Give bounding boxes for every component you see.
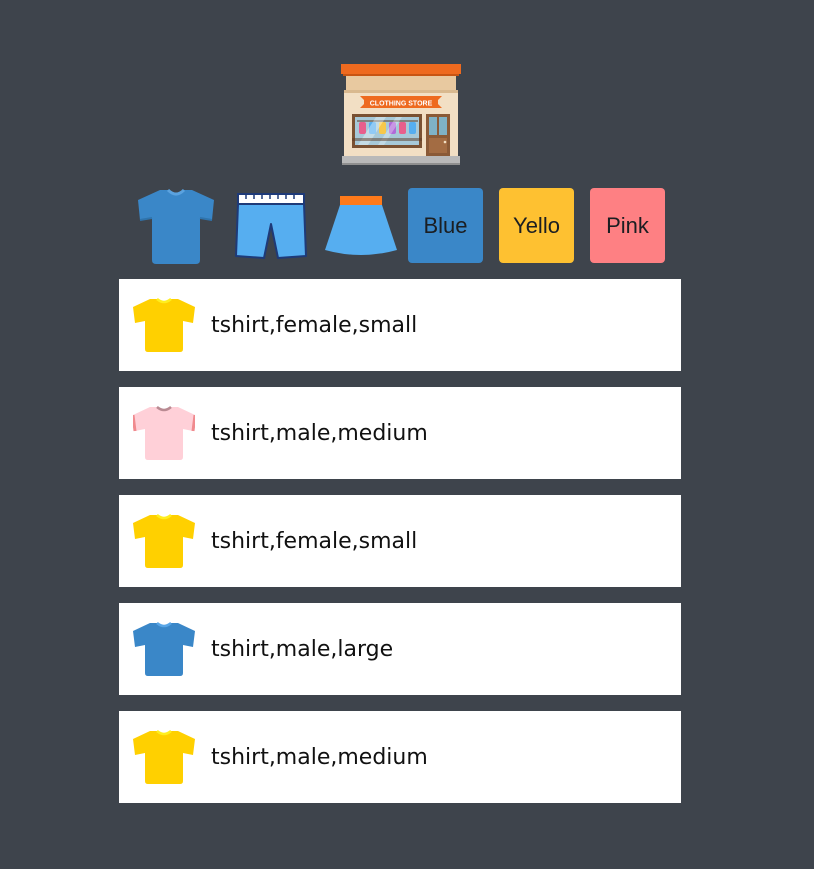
product-label: tshirt,female,small <box>211 312 418 338</box>
tshirt-icon <box>133 298 195 352</box>
filter-tshirt-button[interactable] <box>138 188 214 264</box>
product-item[interactable]: tshirt,male,medium <box>119 387 681 479</box>
filter-shorts-button[interactable] <box>234 188 308 264</box>
product-label: tshirt,male,large <box>211 636 394 662</box>
product-label: tshirt,male,medium <box>211 744 428 770</box>
tshirt-icon <box>133 622 195 676</box>
product-item[interactable]: tshirt,female,small <box>119 495 681 587</box>
tshirt-icon <box>133 406 195 460</box>
tshirt-icon <box>138 188 214 264</box>
product-item[interactable]: tshirt,male,large <box>119 603 681 695</box>
filter-blue-button[interactable]: Blue <box>408 188 483 263</box>
product-item[interactable]: tshirt,male,medium <box>119 711 681 803</box>
filter-skirt-button[interactable] <box>324 188 398 264</box>
tshirt-icon <box>133 514 195 568</box>
store-sign: CLOTHING STORE <box>370 101 433 108</box>
filter-yellow-button[interactable]: Yello <box>499 188 574 263</box>
clothing-store-icon: CLOTHING STORE <box>341 64 461 165</box>
product-label: tshirt,male,medium <box>211 420 428 446</box>
product-item[interactable]: tshirt,female,small <box>119 279 681 371</box>
product-label: tshirt,female,small <box>211 528 418 554</box>
shorts-icon <box>235 193 307 259</box>
tshirt-icon <box>133 730 195 784</box>
skirt-icon <box>325 196 397 255</box>
filter-pink-button[interactable]: Pink <box>590 188 665 263</box>
product-list: tshirt,female,small tshirt,male,medium t… <box>119 279 681 819</box>
